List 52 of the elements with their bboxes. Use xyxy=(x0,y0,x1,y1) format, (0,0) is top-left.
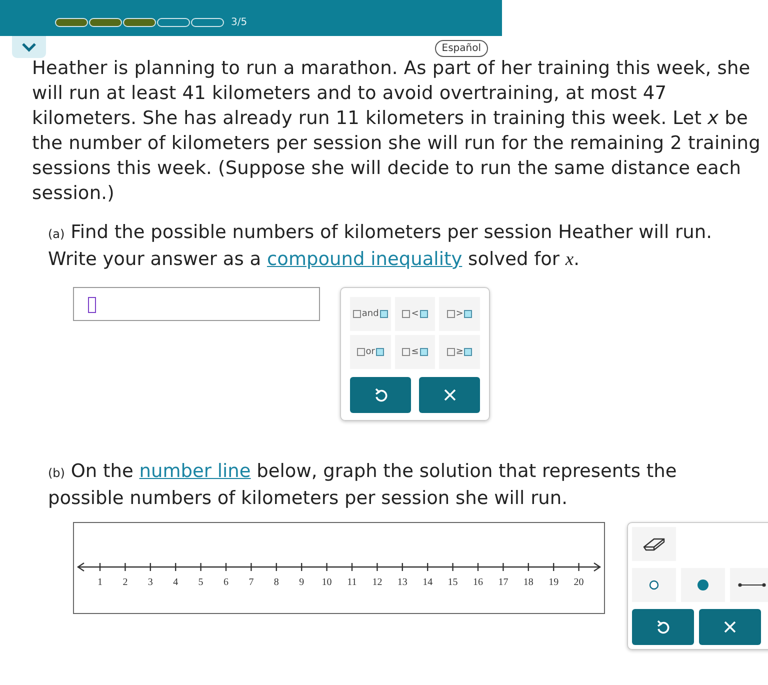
tick-label: 18 xyxy=(523,577,534,588)
tick-label: 9 xyxy=(299,577,304,588)
symbol-key[interactable]: < xyxy=(394,297,436,331)
collapse-button[interactable] xyxy=(12,36,46,58)
undo-button[interactable] xyxy=(632,609,694,645)
tick-label: 7 xyxy=(248,577,254,588)
tick-label: 13 xyxy=(397,577,408,588)
language-button[interactable]: Español xyxy=(434,40,488,57)
tick-label: 6 xyxy=(224,577,228,588)
tick-label: 16 xyxy=(473,577,483,588)
filled-circle-icon xyxy=(697,579,709,591)
tick-label: 8 xyxy=(274,577,279,588)
tick-label: 1 xyxy=(98,577,102,588)
problem-text: Heather is planning to run a marathon. As part of her training this week, she will run at least 41 kilometers and to avoid overtraining, at most 47 kilometers. She has already run 11 kilometers in training this week. Let x be the number of kilometers per session she will run for the remaining 2 training sessions this week. (Suppose she will decide to run the same distance each session.) xyxy=(32,57,762,206)
question-text: (b) On the number line below, graph the solution that represents the possible numbers of kilometers per session she will run. xyxy=(48,460,678,511)
clear-button[interactable] xyxy=(699,609,761,645)
tick-label: 15 xyxy=(448,577,458,588)
segment-icon xyxy=(738,582,766,588)
tick-label: 11 xyxy=(347,577,357,588)
open-circle-icon xyxy=(649,580,659,590)
tick-label: 5 xyxy=(198,577,204,588)
tick-label: 10 xyxy=(322,577,332,588)
tick-label: 4 xyxy=(173,577,178,588)
symbol-key[interactable]: > xyxy=(439,297,480,331)
symbol-key[interactable]: ≤ xyxy=(394,335,436,369)
question-text: (a) Find the possible numbers of kilometers per session Heather will run. Write your answer as a compound inequality solved for x. xyxy=(48,221,713,272)
tick-label: 20 xyxy=(574,577,584,588)
undo-button[interactable] xyxy=(350,377,411,413)
eraser-button[interactable] xyxy=(632,527,676,561)
glossary-link[interactable]: number line xyxy=(139,461,251,482)
progress-label: 3/5 xyxy=(231,17,248,28)
tick-label: 12 xyxy=(372,577,382,588)
number-line-panel[interactable]: 1 2 3 4 5 6 7 8 9 10 11 12 13 14 15 16 17 18 19 20 xyxy=(73,522,605,614)
tick-label: 17 xyxy=(498,577,508,588)
undo-icon xyxy=(656,619,670,635)
tick-label: 14 xyxy=(422,577,433,588)
chevron-down-icon xyxy=(21,42,37,52)
clear-button[interactable] xyxy=(419,377,480,413)
tick-label: 3 xyxy=(148,577,153,588)
glossary-link[interactable]: compound inequality xyxy=(266,249,462,270)
tick-label: 2 xyxy=(122,577,128,588)
closed-point-button[interactable] xyxy=(681,568,725,602)
symbol-key[interactable]: ≥ xyxy=(439,335,480,369)
tick-label: 19 xyxy=(548,577,559,588)
symbol-key[interactable]: and xyxy=(350,297,391,331)
undo-icon xyxy=(374,387,388,403)
segment-button[interactable] xyxy=(730,568,768,602)
symbol-key[interactable]: or xyxy=(350,335,391,369)
answer-field[interactable] xyxy=(73,287,320,321)
close-icon xyxy=(724,621,736,633)
close-icon xyxy=(444,389,456,401)
eraser-icon xyxy=(642,536,666,552)
